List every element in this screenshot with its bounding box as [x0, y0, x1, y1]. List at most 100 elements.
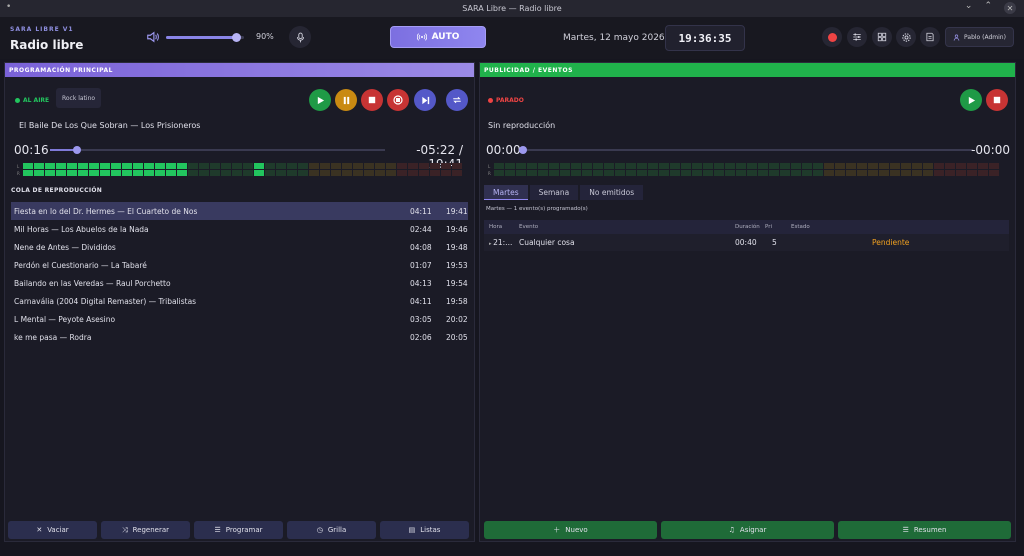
- vu-segment: [802, 170, 812, 176]
- list-item[interactable]: Perdón el Cuestionario — La Tabaré 01:07 1…: [11, 256, 468, 274]
- main-panel-title: PROGRAMACIÓN PRINCIPAL: [5, 63, 474, 77]
- list-item[interactable]: Carnavália (2004 Digital Remaster) — Tri…: [11, 292, 468, 310]
- vu-segment: [857, 163, 867, 169]
- vu-segment: [45, 170, 55, 176]
- vu-segment: [78, 163, 88, 169]
- minimize-icon[interactable]: ⌄: [965, 1, 973, 14]
- tab-martes[interactable]: Martes: [484, 185, 528, 200]
- queue-item-duration: 02:44: [410, 224, 432, 234]
- vu-segment: [846, 170, 856, 176]
- volume-icon[interactable]: [146, 30, 160, 44]
- clear-button[interactable]: ✕ Vaciar: [8, 521, 97, 539]
- list-item[interactable]: L Mental — Peyote Asesino 03:05 20:02: [11, 310, 468, 328]
- vu-segment: [516, 163, 526, 169]
- vu-segment: [912, 170, 922, 176]
- vu-segment: [155, 170, 165, 176]
- log-button[interactable]: [920, 27, 940, 47]
- vu-segment: [703, 170, 713, 176]
- list-item[interactable]: Fiesta en lo del Dr. Hermes — El Cuartet…: [11, 202, 468, 220]
- main-progress-bar[interactable]: [50, 146, 385, 154]
- microphone-button[interactable]: [289, 26, 311, 48]
- schedule-button[interactable]: ☰ Programar: [194, 521, 283, 539]
- event-count: Martes — 1 evento(s) programado(s): [486, 206, 588, 212]
- volume-knob[interactable]: [232, 33, 242, 42]
- vu-segment: [397, 163, 407, 169]
- ads-progress-knob[interactable]: [519, 146, 527, 154]
- queue-title: COLA DE REPRODUCCIÓN: [11, 187, 103, 194]
- volume-slider[interactable]: [166, 33, 244, 42]
- tab-semana[interactable]: Semana: [529, 185, 579, 200]
- close-icon[interactable]: ✕: [1004, 2, 1016, 14]
- vu-segment: [527, 170, 537, 176]
- list-item[interactable]: Bailando en las Veredas — Raul Porchetto…: [11, 274, 468, 292]
- user-name: Pablo (Admin): [964, 33, 1006, 41]
- window-menu-icon[interactable]: •: [6, 2, 11, 12]
- vu-segment: [122, 170, 132, 176]
- ads-progress-bar[interactable]: [519, 146, 973, 154]
- event-duration: 00:40: [735, 238, 757, 247]
- assign-button[interactable]: ♫ Asignar: [661, 521, 834, 539]
- summary-button[interactable]: ☰ Resumen: [838, 521, 1011, 539]
- vu-segment: [978, 163, 988, 169]
- record-button[interactable]: [822, 27, 842, 47]
- table-row[interactable]: ▸ 21:... Cualquier cosa 00:40 5 Pendient…: [484, 234, 1009, 251]
- list-item[interactable]: ke me pasa — Rodra 02:06 20:05: [11, 328, 468, 346]
- events-table-header: Hora Evento Duración Pri Estado: [484, 220, 1009, 234]
- ads-play-button[interactable]: [960, 89, 982, 111]
- vu-segment: [637, 170, 647, 176]
- vu-segment: [758, 170, 768, 176]
- vu-segment: [560, 170, 570, 176]
- vu-segment: [681, 170, 691, 176]
- regenerate-button[interactable]: ⤨ Regenerar: [101, 521, 190, 539]
- maximize-icon[interactable]: ⌃: [984, 1, 992, 14]
- vu-segment: [309, 170, 319, 176]
- settings-button[interactable]: [896, 27, 916, 47]
- mixer-button[interactable]: [847, 27, 867, 47]
- shuffle-button[interactable]: [446, 89, 468, 111]
- vu-segment: [100, 170, 110, 176]
- vu-segment: [331, 170, 341, 176]
- genre-badge[interactable]: Rock latino: [56, 88, 101, 108]
- vu-segment: [901, 163, 911, 169]
- lists-button[interactable]: ▤ Listas: [380, 521, 469, 539]
- vu-segment: [166, 170, 176, 176]
- vu-segment: [133, 163, 143, 169]
- clear-icon: ✕: [36, 526, 43, 534]
- auto-mode-button[interactable]: AUTO: [390, 26, 486, 48]
- stop-button[interactable]: [361, 89, 383, 111]
- stopped-label: PARADO: [496, 97, 524, 104]
- play-button[interactable]: [309, 89, 331, 111]
- next-button[interactable]: [414, 89, 436, 111]
- tab-no-emitidos[interactable]: No emitidos: [580, 185, 644, 200]
- list-item[interactable]: Mil Horas — Los Abuelos de la Nada 02:44 1…: [11, 220, 468, 238]
- vu-segment: [824, 170, 834, 176]
- pause-button[interactable]: [335, 89, 357, 111]
- event-priority: 5: [772, 238, 777, 247]
- ads-now-playing: Sin reproducción: [488, 121, 556, 130]
- vu-segment: [408, 163, 418, 169]
- user-menu-button[interactable]: Pablo (Admin): [945, 27, 1014, 47]
- main-progress-knob[interactable]: [72, 146, 81, 154]
- vu-segment: [934, 163, 944, 169]
- repeat-icon: [453, 96, 461, 104]
- app-header: SARA LIBRE V1 Radio libre 90% AUTO Marte…: [0, 17, 1024, 59]
- vu-segment: [111, 163, 121, 169]
- new-event-button[interactable]: ＋ Nuevo: [484, 521, 657, 539]
- vu-segment: [177, 163, 187, 169]
- stop-after-button[interactable]: [387, 89, 409, 111]
- vu-segment: [934, 170, 944, 176]
- vu-segment: [155, 163, 165, 169]
- clock-icon: ◷: [316, 526, 323, 534]
- on-air-status: AL AIRE: [15, 97, 49, 104]
- play-queue: Fiesta en lo del Dr. Hermes — El Cuartet…: [11, 202, 468, 346]
- vu-segment: [441, 163, 451, 169]
- vu-segment: [144, 163, 154, 169]
- vu-segment: [375, 163, 385, 169]
- list-item[interactable]: Nene de Antes — Divididos 04:08 19:48: [11, 238, 468, 256]
- vu-segment: [430, 170, 440, 176]
- ads-stop-button[interactable]: [986, 89, 1008, 111]
- grid-view-button[interactable]: [872, 27, 892, 47]
- vu-segment: [802, 163, 812, 169]
- grid-schedule-button[interactable]: ◷ Grilla: [287, 521, 376, 539]
- vu-segment: [353, 163, 363, 169]
